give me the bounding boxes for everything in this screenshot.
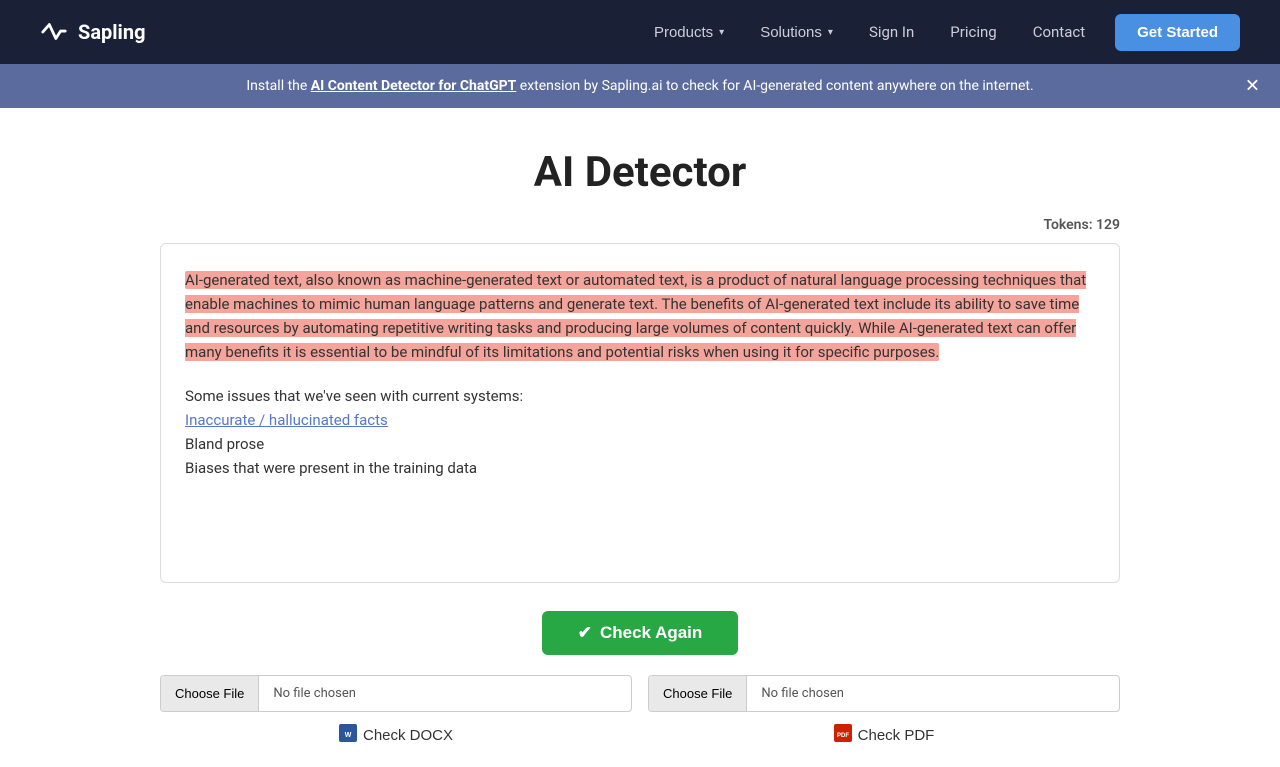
svg-text:W: W [345,732,352,739]
check-again-button[interactable]: ✔ Check Again [542,611,739,655]
checkmark-icon: ✔ [578,623,592,643]
navbar: Sapling Products ▾ Solutions ▾ Sign In P… [0,0,1280,64]
nav-pricing[interactable]: Pricing [936,15,1010,49]
banner-text: Install the AI Content Detector for Chat… [246,78,1033,94]
list-item-1: Inaccurate / hallucinated facts [185,408,1095,432]
highlighted-paragraph: AI-generated text, also known as machine… [185,271,1086,361]
file-no-chosen-right: No file chosen [747,676,858,711]
list-item-3: Biases that were present in the training… [185,456,1095,480]
banner-close-button[interactable]: ✕ [1245,76,1260,97]
list-item-2: Bland prose [185,432,1095,456]
file-upload-left: Choose File No file chosen [160,675,632,712]
nav-contact[interactable]: Contact [1019,15,1099,49]
check-pdf-button[interactable]: PDF Check PDF [834,724,935,747]
page-title: AI Detector [160,148,1120,197]
normal-text-section: Some issues that we've seen with current… [185,384,1095,480]
svg-text:PDF: PDF [837,733,849,739]
nav-products[interactable]: Products ▾ [640,16,738,49]
chevron-down-icon: ▾ [828,27,833,38]
tokens-display: Tokens: 129 [160,217,1120,233]
announcement-banner: Install the AI Content Detector for Chat… [0,64,1280,108]
list-link-1[interactable]: Inaccurate / hallucinated facts [185,411,388,429]
brand-name: Sapling [78,20,146,44]
get-started-button[interactable]: Get Started [1115,14,1240,51]
nav-signin[interactable]: Sign In [855,15,928,49]
file-no-chosen-left: No file chosen [259,676,370,711]
file-upload-right: Choose File No file chosen [648,675,1120,712]
brand-icon [40,18,68,46]
pdf-icon: PDF [834,724,852,747]
chevron-down-icon: ▾ [719,27,724,38]
check-docx-group: W Check DOCX [160,724,632,747]
docx-icon: W [339,724,357,747]
text-editor[interactable]: AI-generated text, also known as machine… [160,243,1120,583]
nav-solutions[interactable]: Solutions ▾ [746,16,847,49]
check-pdf-group: PDF Check PDF [648,724,1120,747]
intro-line: Some issues that we've seen with current… [185,384,1095,408]
choose-file-right-button[interactable]: Choose File [649,676,747,711]
check-again-section: ✔ Check Again [160,611,1120,655]
file-action-row: W Check DOCX PDF Check PDF [160,724,1120,747]
navbar-links: Products ▾ Solutions ▾ Sign In Pricing C… [640,14,1240,51]
check-docx-button[interactable]: W Check DOCX [339,724,453,747]
choose-file-left-button[interactable]: Choose File [161,676,259,711]
banner-link[interactable]: AI Content Detector for ChatGPT [311,78,517,94]
main-content: AI Detector Tokens: 129 AI-generated tex… [140,108,1140,767]
brand-logo[interactable]: Sapling [40,18,146,46]
file-upload-row: Choose File No file chosen Choose File N… [160,675,1120,712]
